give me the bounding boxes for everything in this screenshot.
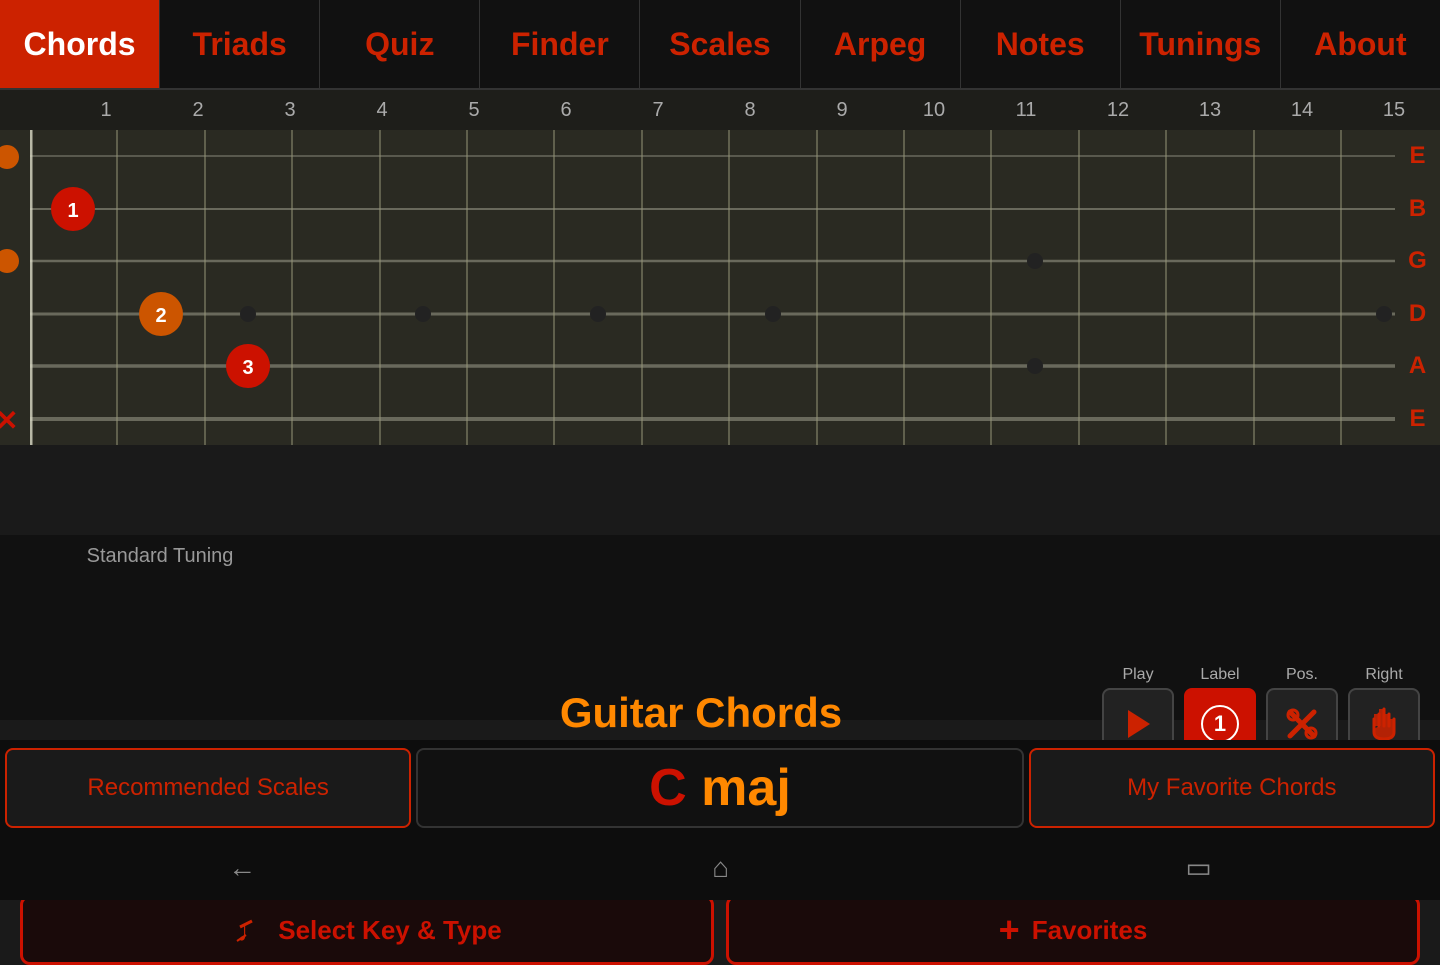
nav-arpeg[interactable]: Arpeg (801, 0, 961, 88)
android-navigation: ← ⌂ ▭ (0, 835, 1440, 900)
svg-text:1: 1 (67, 200, 78, 222)
add-favorites-button[interactable]: + Favorites (726, 895, 1420, 965)
svg-text:2: 2 (155, 305, 166, 327)
right-label: Right (1365, 666, 1402, 684)
svg-text:♩: ♩ (237, 915, 266, 947)
fretboard-svg: 1 2 3 (30, 130, 1395, 445)
fretboard-container: 1 2 3 4 5 6 7 8 9 10 11 12 13 14 15 E B … (0, 90, 1440, 445)
top-navigation: Chords Triads Quiz Finder Scales Arpeg N… (0, 0, 1440, 90)
favorites-label: Favorites (1032, 915, 1148, 946)
nav-quiz[interactable]: Quiz (320, 0, 480, 88)
chord-title: Guitar Chords (300, 689, 1102, 737)
nav-chords[interactable]: Chords (0, 0, 160, 88)
chord-key-letter: C (649, 759, 687, 817)
my-favorites-button[interactable]: My Favorite Chords (1029, 748, 1435, 828)
nav-scales[interactable]: Scales (640, 0, 800, 88)
open-string-g (0, 249, 19, 273)
fret-numbers: 1 2 3 4 5 6 7 8 9 10 11 12 13 14 15 (0, 90, 1440, 130)
muted-string-e-low: ✕ (0, 407, 18, 435)
nav-about[interactable]: About (1281, 0, 1440, 88)
open-string-e-high (0, 145, 19, 169)
chord-key-text: C maj (649, 758, 791, 818)
nav-tunings[interactable]: Tunings (1121, 0, 1281, 88)
svg-text:3: 3 (242, 357, 253, 379)
android-home-button[interactable]: ⌂ (712, 852, 729, 884)
plus-icon: + (999, 909, 1020, 951)
chord-key-display: C maj (416, 748, 1023, 828)
chord-key-type: maj (687, 759, 791, 817)
select-key-label: Select Key & Type (278, 915, 502, 946)
nav-triads[interactable]: Triads (160, 0, 320, 88)
svg-text:1: 1 (1214, 711, 1226, 736)
nav-finder[interactable]: Finder (480, 0, 640, 88)
play-label: Play (1122, 666, 1153, 684)
label-number-icon: 1 (1200, 704, 1240, 744)
controls-area: Standard Tuning 1 / 6 Guitar Chords Play (0, 535, 1440, 720)
pos-label: Pos. (1286, 666, 1318, 684)
hand-icon (1364, 704, 1404, 744)
label-label: Label (1200, 666, 1239, 684)
android-back-button[interactable]: ← (228, 852, 256, 884)
string-labels: E B G D A E (1395, 130, 1440, 445)
scissors-icon (1282, 704, 1322, 744)
select-key-button[interactable]: ♩ Select Key & Type (20, 895, 714, 965)
nav-notes[interactable]: Notes (961, 0, 1121, 88)
play-icon (1120, 706, 1156, 742)
android-recents-button[interactable]: ▭ (1185, 851, 1211, 884)
bottom-bar: Recommended Scales C maj My Favorite Cho… (0, 740, 1440, 835)
fretboard[interactable]: 1 2 3 ✕ (30, 130, 1395, 445)
music-note-icon: ♩ (232, 913, 266, 947)
recommended-scales-button[interactable]: Recommended Scales (5, 748, 411, 828)
